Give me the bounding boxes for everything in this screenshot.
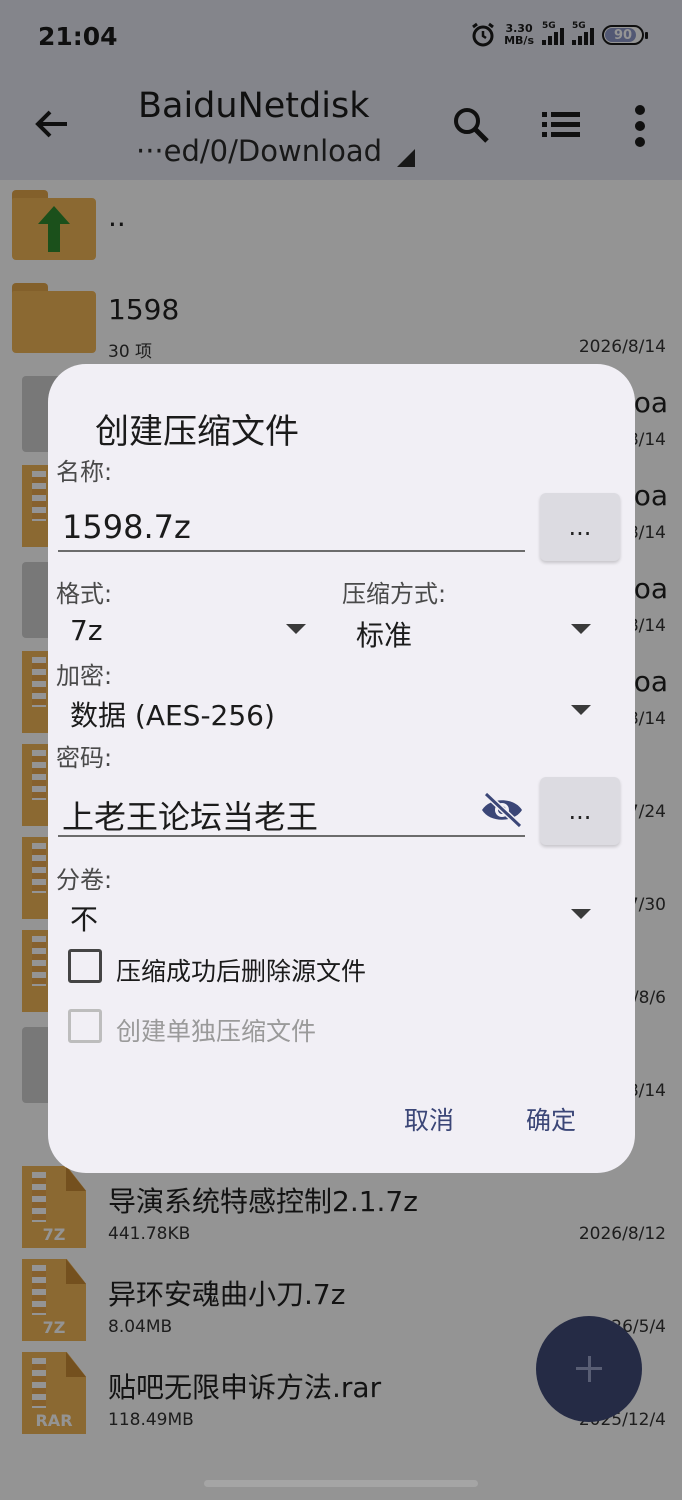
format-dropdown-icon[interactable] (286, 624, 306, 634)
cancel-button[interactable]: 取消 (404, 1101, 454, 1137)
split-dropdown-icon[interactable] (571, 909, 591, 919)
password-underline (58, 835, 525, 837)
split-label: 分卷: (56, 866, 113, 894)
encrypt-dropdown-icon[interactable] (571, 705, 591, 715)
browse-password-button[interactable]: ... (540, 777, 620, 845)
format-select[interactable]: 7z (70, 614, 103, 647)
name-label: 名称: (56, 458, 113, 486)
name-underline (58, 550, 525, 552)
delete-source-checkbox[interactable] (68, 949, 102, 983)
delete-source-label[interactable]: 压缩成功后删除源文件 (116, 952, 366, 988)
visibility-off-icon[interactable] (480, 791, 524, 829)
encrypt-label: 加密: (56, 662, 113, 690)
password-label: 密码: (56, 744, 113, 772)
split-select[interactable]: 不 (70, 898, 98, 938)
method-select[interactable]: 标准 (356, 614, 412, 654)
gesture-nav-handle[interactable] (204, 1480, 478, 1487)
browse-name-button[interactable]: ... (540, 493, 620, 561)
create-archive-dialog: 创建压缩文件 名称: 1598.7z ... 格式: 7z 压缩方式: 标准 加… (48, 364, 635, 1173)
ok-button[interactable]: 确定 (526, 1101, 576, 1137)
method-dropdown-icon[interactable] (571, 624, 591, 634)
separate-archive-checkbox (68, 1009, 102, 1043)
method-label: 压缩方式: (342, 580, 447, 608)
dialog-title: 创建压缩文件 (95, 412, 299, 452)
password-input[interactable]: 上老王论坛当老王 (62, 792, 318, 838)
archive-name-input[interactable]: 1598.7z (62, 508, 191, 546)
format-label: 格式: (56, 580, 113, 608)
encrypt-select[interactable]: 数据 (AES-256) (70, 694, 275, 734)
separate-archive-label: 创建单独压缩文件 (116, 1017, 317, 1046)
